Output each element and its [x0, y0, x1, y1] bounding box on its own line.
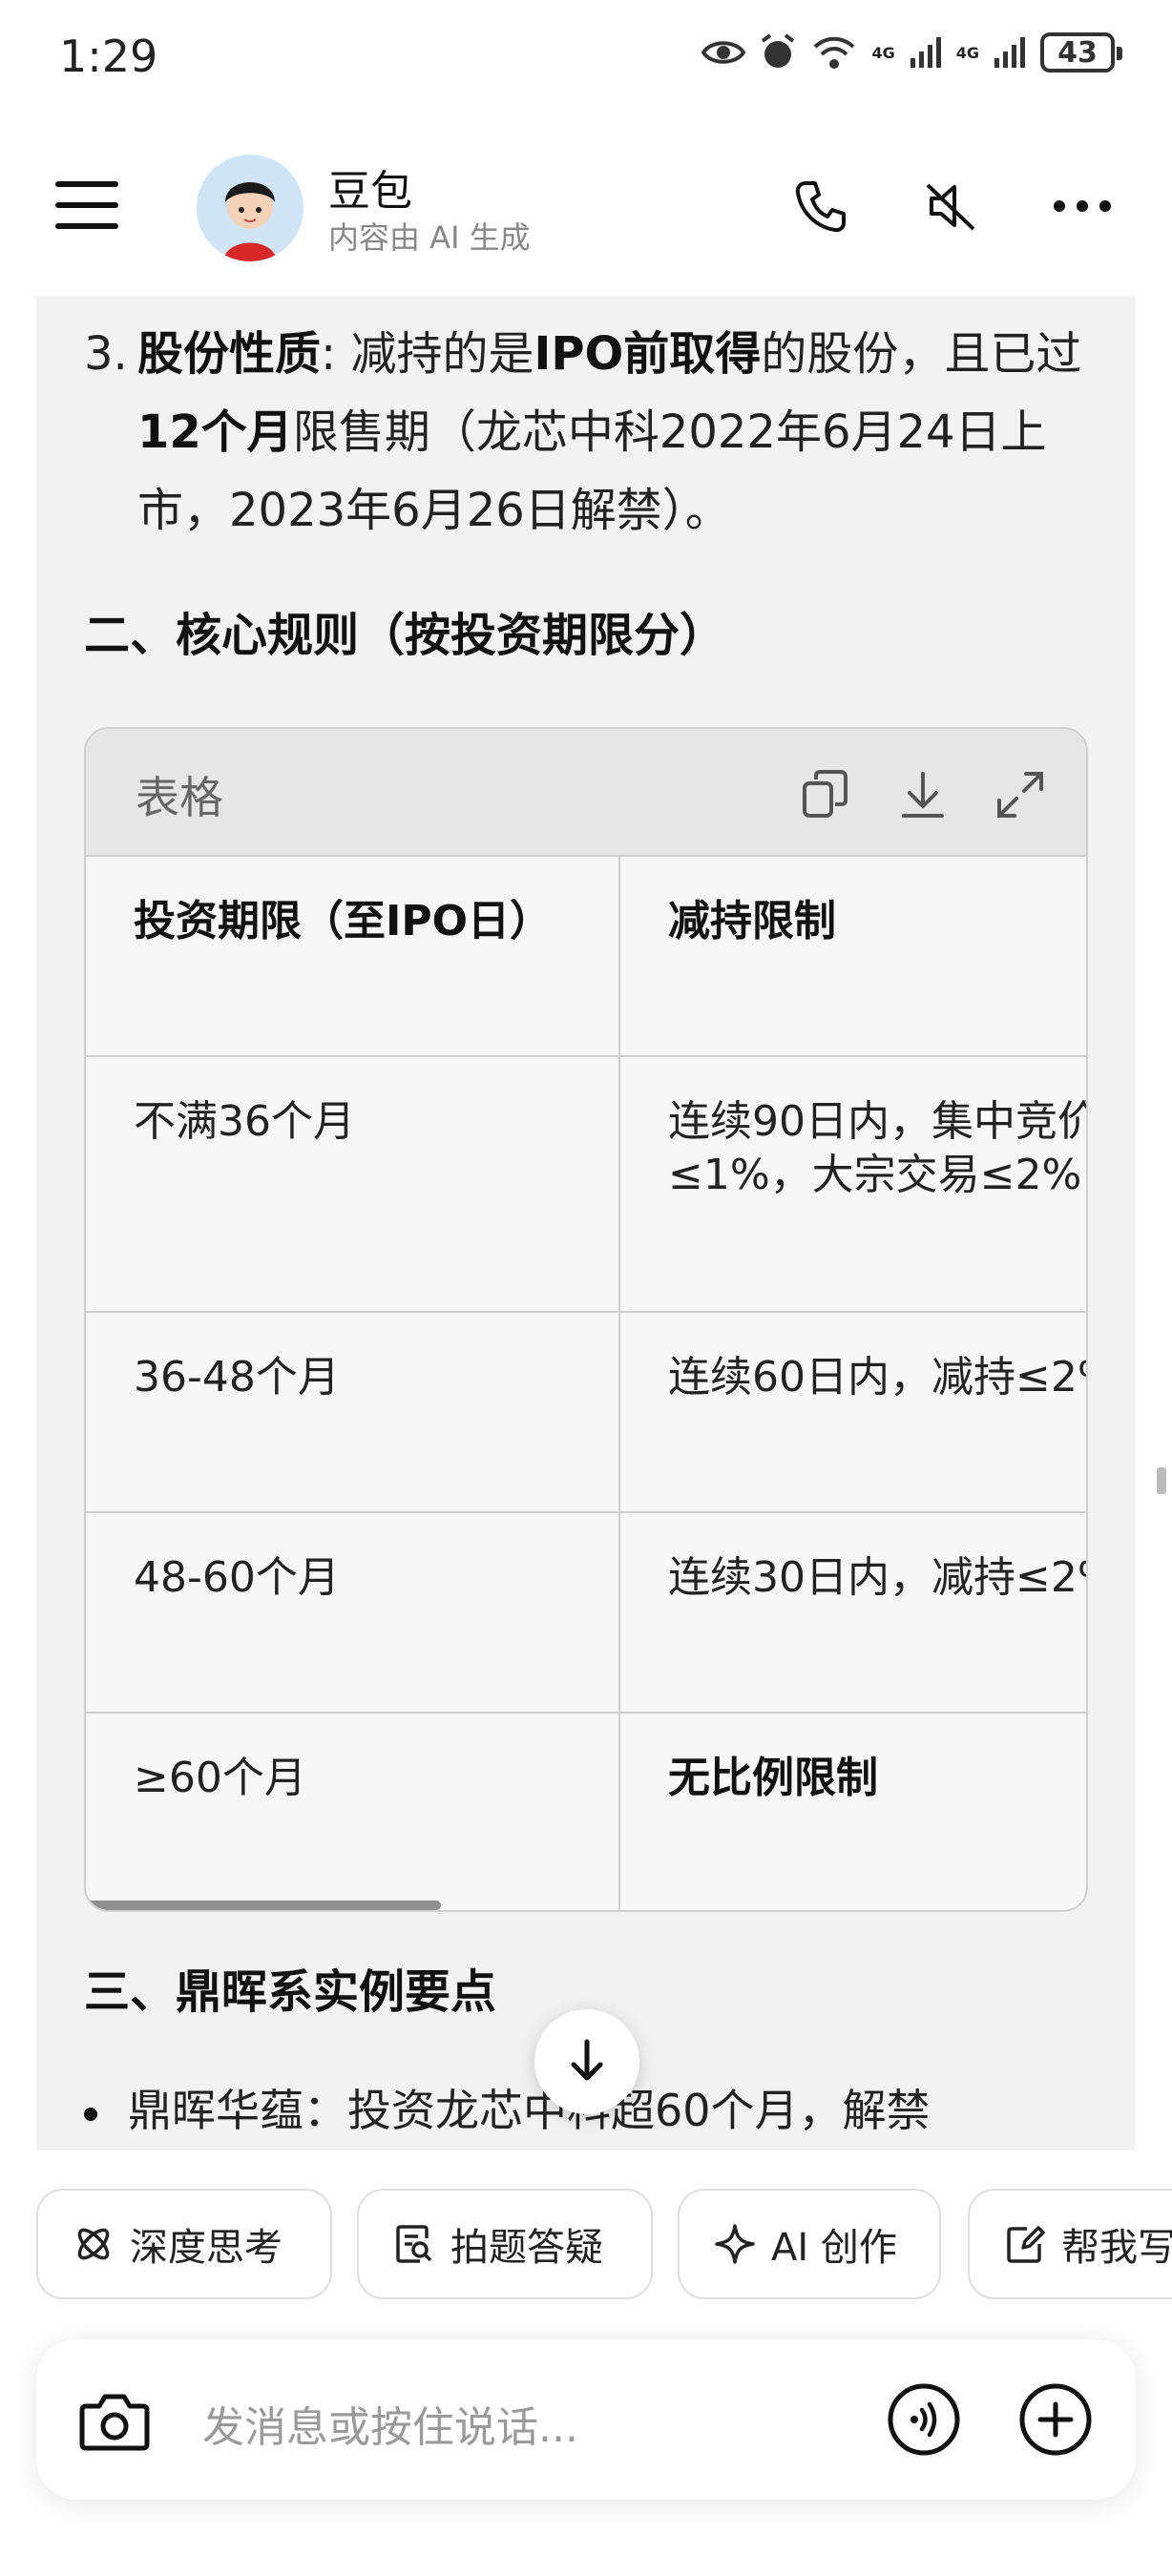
status-bar: 1:29 4G 4G 43 — [0, 0, 1172, 114]
ai-generated-notice: 内容由 AI 生成 — [328, 219, 531, 256]
table-cell: 连续60日内，减持≤2% — [668, 1353, 1088, 1402]
more-icon — [1054, 200, 1111, 212]
phone-call-button[interactable] — [786, 172, 855, 240]
chip-label: 拍题答疑 — [450, 2226, 603, 2270]
sparkle-icon — [715, 2224, 755, 2264]
table-header-cell: 减持限制 — [668, 897, 836, 945]
chip-deep-thinking[interactable]: 深度思考 — [36, 2189, 332, 2299]
table-row: 不满36个月 连续90日内，集中竞价≤1%，大宗交易≤2% — [86, 1057, 1088, 1313]
signal-icon-2 — [994, 37, 1025, 68]
more-options-button[interactable] — [1048, 172, 1117, 240]
table-label: 表格 — [136, 772, 223, 823]
expand-icon[interactable] — [987, 761, 1054, 828]
chip-label: 帮我写 — [1061, 2226, 1172, 2270]
alarm-icon — [762, 33, 795, 68]
section-heading-examples: 三、鼎晖系实例要点 — [84, 1965, 497, 2019]
message-content: 3. 股份性质: 减持的是IPO前取得的股份，且已过12个月限售期（龙芯中科20… — [36, 296, 1136, 2150]
table-cell: 48-60个月 — [86, 1513, 620, 1712]
battery-indicator: 43 — [1040, 32, 1122, 73]
section-heading-core-rules: 二、核心规则（按投资期限分） — [84, 609, 726, 662]
chip-label: 深度思考 — [130, 2226, 283, 2270]
voice-call-button[interactable] — [884, 2379, 964, 2460]
arrow-down-icon — [571, 2039, 603, 2081]
chip-ai-create[interactable]: AI 创作 — [678, 2189, 941, 2299]
bullet-item: 鼎晖华蕴：投资龙芯中科超60个月，解禁 — [84, 2076, 931, 2139]
list-number: 3. — [84, 327, 128, 381]
table-grid: 投资期限（至IPO日） 减持限制 不满36个月 连续90日内，集中竞价≤1%，大… — [86, 857, 1088, 1910]
table-row: 48-60个月 连续30日内，减持≤2% — [86, 1513, 1088, 1714]
atom-icon — [77, 2228, 110, 2260]
mute-button[interactable] — [916, 172, 985, 240]
network-type-1: 4G — [871, 43, 895, 62]
menu-icon[interactable] — [55, 181, 118, 229]
edit-icon — [1007, 2226, 1045, 2263]
eye-icon — [701, 41, 746, 64]
message-input[interactable]: 发消息或按住说话... — [202, 2393, 578, 2454]
plus-icon — [1019, 2383, 1092, 2456]
table-toolbar: 表格 — [86, 729, 1086, 857]
signal-icon-1 — [910, 37, 941, 68]
chat-header: 豆包 内容由 AI 生成 — [0, 143, 1172, 267]
table-row: ≥60个月 无比例限制 — [86, 1714, 1086, 1910]
voice-wave-icon — [888, 2383, 960, 2456]
camera-icon — [79, 2394, 150, 2451]
table-row: 36-48个月 连续60日内，减持≤2% — [86, 1313, 1088, 1513]
table-cell: ≥60个月 — [86, 1714, 620, 1910]
page-scroll-indicator — [1157, 1467, 1166, 1494]
wifi-icon — [814, 36, 855, 69]
status-icons: 4G 4G 43 — [701, 32, 1122, 73]
table-cell: 不满36个月 — [86, 1057, 620, 1311]
list-item-share-nature: 3. 股份性质: 减持的是IPO前取得的股份，且已过12个月限售期（龙芯中科20… — [84, 315, 1115, 550]
item-label: 股份性质 — [137, 327, 322, 381]
data-table-card: 表格 投资期限（至IPO日） 减持限制 不满36个月 连续90日内，集中竞价≤1… — [84, 727, 1088, 1912]
camera-button[interactable] — [76, 2383, 153, 2460]
status-time: 1:29 — [59, 31, 158, 82]
table-header-row: 投资期限（至IPO日） 减持限制 — [86, 857, 1086, 1057]
avatar[interactable] — [197, 155, 303, 261]
table-cell: 连续30日内，减持≤2% — [668, 1553, 1088, 1602]
scroll-to-bottom-button[interactable] — [534, 2009, 639, 2114]
speaker-muted-icon — [926, 183, 975, 231]
copy-icon[interactable] — [792, 761, 859, 828]
table-cell: 36-48个月 — [86, 1313, 620, 1511]
chip-help-write[interactable]: 帮我写 — [968, 2189, 1172, 2299]
add-button[interactable] — [1015, 2379, 1096, 2460]
download-icon[interactable] — [889, 761, 956, 828]
photo-search-icon — [396, 2225, 432, 2263]
table-header-cell: 投资期限（至IPO日） — [86, 857, 620, 1055]
table-cell: 无比例限制 — [668, 1754, 878, 1802]
phone-icon — [795, 181, 846, 233]
quick-action-chips: 深度思考 拍题答疑 AI 创作 帮我写 — [36, 2189, 1172, 2299]
chip-photo-question[interactable]: 拍题答疑 — [357, 2189, 653, 2299]
bullet-dot — [84, 2107, 97, 2121]
table-cell: 连续90日内，集中竞价≤1%，大宗交易≤2% — [668, 1097, 1088, 1199]
table-horizontal-scrollbar[interactable] — [86, 1901, 441, 1910]
network-type-2: 4G — [955, 43, 979, 62]
chip-label: AI 创作 — [771, 2226, 897, 2270]
bot-name: 豆包 — [328, 167, 412, 216]
message-input-bar: 发消息或按住说话... — [36, 2339, 1136, 2500]
